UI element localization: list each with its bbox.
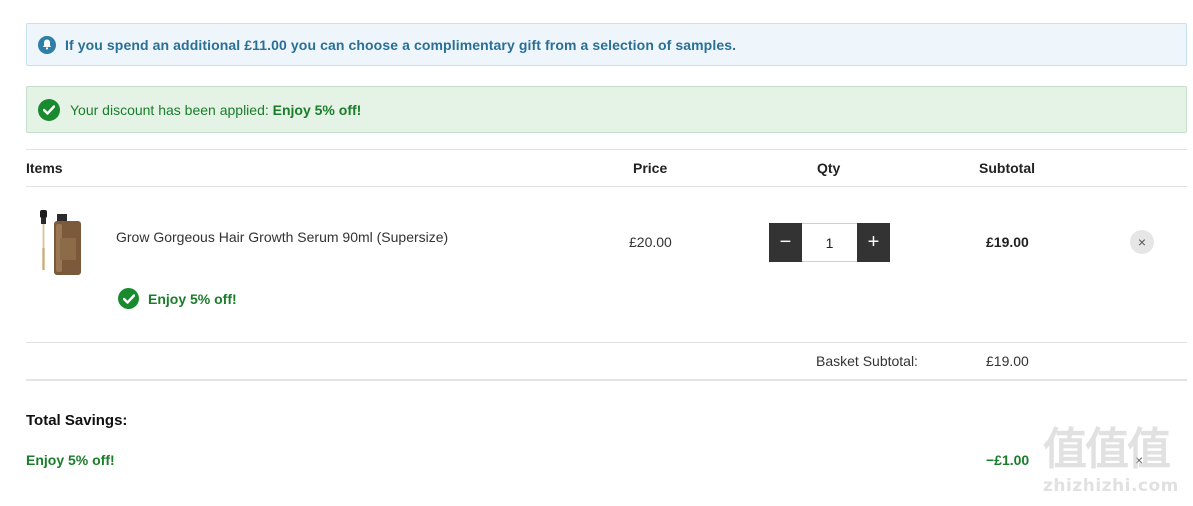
discount-offer-name: Enjoy 5% off! <box>272 101 362 118</box>
line-subtotal: £19.00 <box>986 234 1029 250</box>
product-price: £20.00 <box>629 234 672 250</box>
column-header-items: Items <box>26 160 63 176</box>
quantity-input[interactable] <box>802 223 857 262</box>
discount-applied-prefix: Your discount has been applied: <box>70 101 269 118</box>
product-image[interactable] <box>36 208 86 276</box>
remove-item-button[interactable]: × <box>1130 230 1154 254</box>
gift-threshold-banner: If you spend an additional £11.00 you ca… <box>26 23 1187 66</box>
close-icon: × <box>1137 234 1147 250</box>
remove-discount-button[interactable]: × <box>1135 452 1143 468</box>
basket-subtotal-label: Basket Subtotal: <box>816 353 918 369</box>
total-savings-title: Total Savings: <box>26 412 128 429</box>
minus-icon: − <box>779 231 792 253</box>
check-circle-icon <box>118 288 139 309</box>
quantity-stepper: − + <box>769 223 890 262</box>
column-header-price: Price <box>633 160 668 176</box>
column-header-qty: Qty <box>817 160 841 176</box>
plus-icon: + <box>867 231 880 253</box>
decrease-quantity-button[interactable]: − <box>769 223 802 262</box>
savings-amount: −£1.00 <box>986 452 1030 468</box>
watermark-url: zhizhizhi.com <box>1043 476 1179 496</box>
increase-quantity-button[interactable]: + <box>857 223 890 262</box>
table-top-divider <box>26 149 1187 150</box>
item-discount: Enjoy 5% off! <box>118 288 237 309</box>
item-divider <box>26 342 1187 343</box>
savings-discount-name: Enjoy 5% off! <box>26 452 115 468</box>
watermark-logo: 值值值 <box>1043 424 1171 475</box>
discount-applied-banner: Your discount has been applied: Enjoy 5%… <box>26 86 1187 133</box>
gift-threshold-text: If you spend an additional £11.00 you ca… <box>65 36 737 53</box>
discount-applied-text: Your discount has been applied: Enjoy 5%… <box>70 102 361 118</box>
watermark: 值值值 zhizhizhi.com <box>1043 424 1188 504</box>
item-discount-text: Enjoy 5% off! <box>148 290 237 307</box>
check-circle-icon <box>38 98 60 121</box>
basket-subtotal-value: £19.00 <box>986 353 1029 369</box>
header-divider <box>26 186 1187 187</box>
basket-divider <box>26 379 1187 381</box>
bell-icon <box>38 35 56 54</box>
column-header-subtotal: Subtotal <box>979 160 1035 176</box>
product-name[interactable]: Grow Gorgeous Hair Growth Serum 90ml (Su… <box>116 229 448 245</box>
